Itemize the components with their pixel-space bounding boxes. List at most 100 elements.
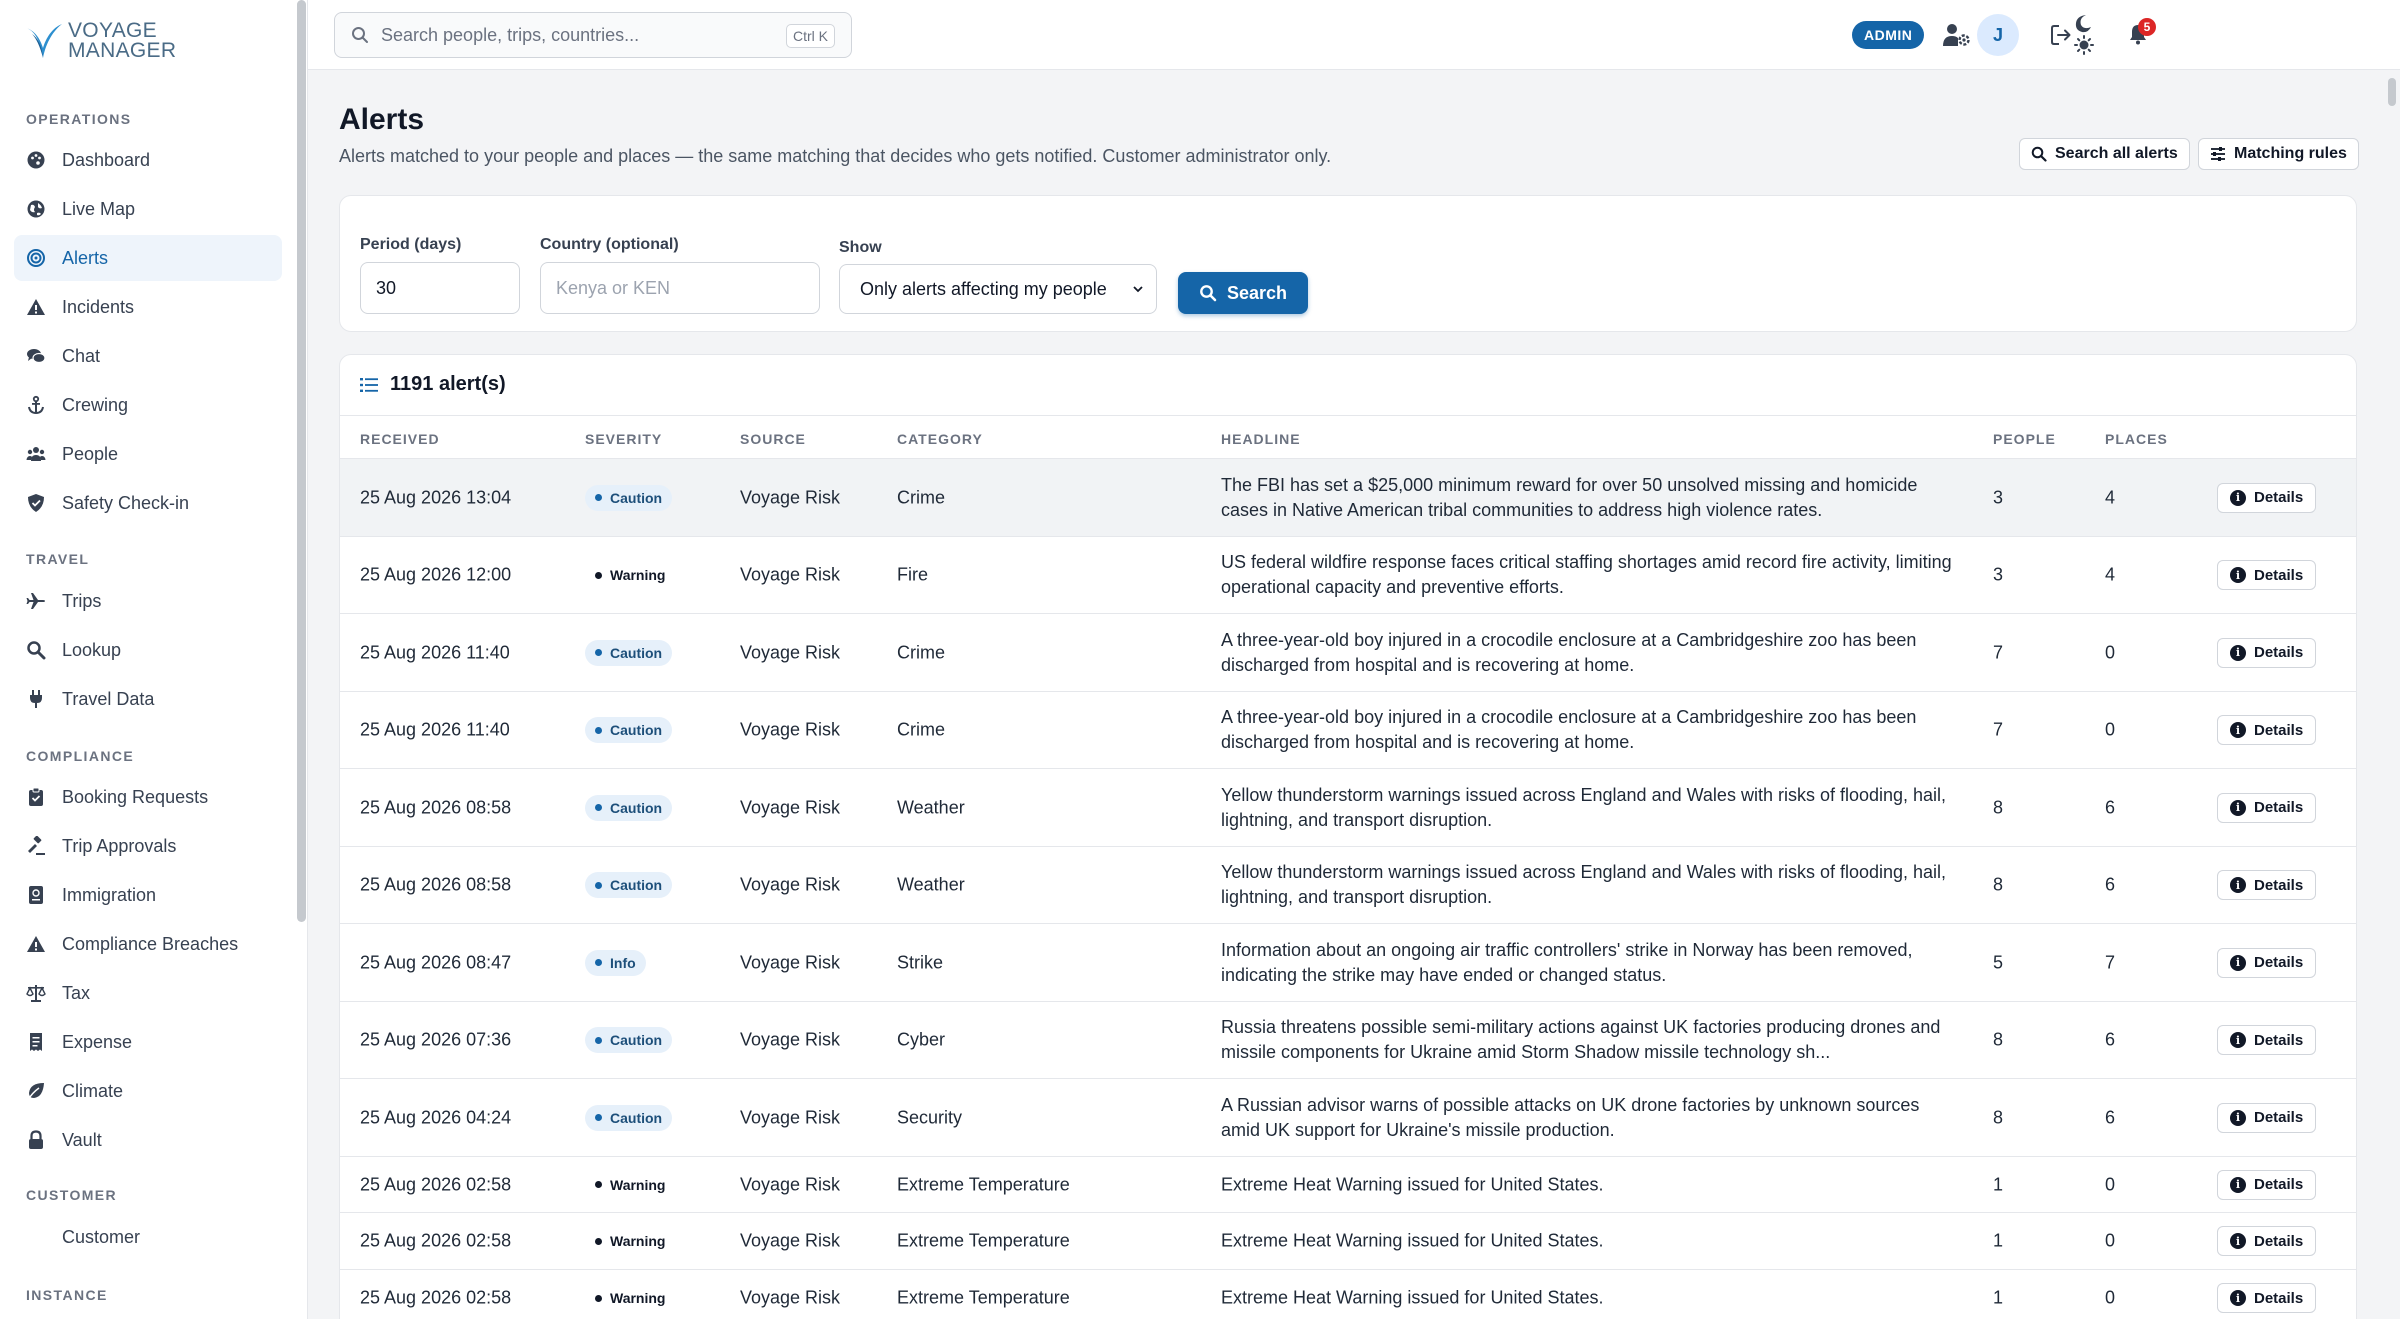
table-row[interactable]: 25 Aug 2026 02:58 Warning Voyage Risk Extre… [340,1213,2356,1270]
sidebar-item-people[interactable]: People [14,431,282,477]
sidebar-item-chat[interactable]: Chat [14,333,282,379]
sidebar-item-trip-approvals[interactable]: Trip Approvals [14,823,282,869]
cell-source: Voyage Risk [740,797,841,817]
filter-panel: Period (days) Country (optional) Show On… [339,195,2357,332]
severity-badge: Warning [585,1228,675,1254]
cell-headline: A three-year-old boy injured in a crocod… [1221,707,1917,752]
sidebar-item-climate[interactable]: Climate [14,1068,282,1114]
period-input[interactable] [360,262,520,314]
col-headline[interactable]: HEADLINE [1221,431,1301,447]
table-row[interactable]: 25 Aug 2026 13:04 Caution Voyage Risk Crime… [340,459,2356,537]
sidebar-item-expense[interactable]: Expense [14,1019,282,1065]
results-table: 1191 alert(s) RECEIVED SEVERITY SOURCE C… [339,354,2357,1319]
details-button[interactable]: i Details [2217,637,2317,668]
col-category[interactable]: CATEGORY [897,431,983,447]
details-button[interactable]: i Details [2217,1226,2317,1256]
col-severity[interactable]: SEVERITY [585,431,662,447]
theme-toggle[interactable] [2070,12,2098,58]
table-row[interactable]: 25 Aug 2026 11:40 Caution Voyage Risk Crime… [340,614,2356,692]
sidebar-scrollbar[interactable] [297,0,306,922]
cell-received: 25 Aug 2026 04:24 [360,1107,512,1127]
cell-people: 3 [1993,487,2004,507]
sidebar-item-dashboard[interactable]: Dashboard [14,137,282,183]
logout-button[interactable] [2048,22,2074,48]
severity-badge: Warning [585,562,675,588]
details-button[interactable]: i Details [2217,947,2317,978]
plane-icon [26,591,46,611]
col-places[interactable]: PLACES [2105,431,2168,447]
info-icon: i [2230,722,2246,738]
table-row[interactable]: 25 Aug 2026 08:47 Info Voyage Risk Strike In… [340,924,2356,1002]
people-icon [26,444,46,464]
search-button[interactable]: Search [1178,272,1308,314]
details-button[interactable]: i Details [2217,715,2317,745]
table-row[interactable]: 25 Aug 2026 04:24 Caution Voyage Risk Secur… [340,1079,2356,1157]
details-button[interactable]: i Details [2217,1025,2317,1055]
country-input[interactable] [540,262,820,314]
details-button[interactable]: i Details [2217,1102,2317,1133]
col-received[interactable]: RECEIVED [360,431,440,447]
sidebar-item-lookup[interactable]: Lookup [14,627,282,673]
cell-headline: Information about an ongoing air traffic… [1221,939,1913,985]
brand-line2: MANAGER [68,39,177,62]
details-button[interactable]: i Details [2217,560,2317,590]
lock-icon [26,1130,46,1150]
col-people[interactable]: PEOPLE [1993,431,2056,447]
sidebar-item-trips[interactable]: Trips [14,578,282,624]
table-row[interactable]: 25 Aug 2026 08:58 Caution Voyage Risk Weath… [340,847,2356,924]
sidebar-item-incidents[interactable]: Incidents [14,284,282,330]
cell-received: 25 Aug 2026 08:47 [360,952,512,972]
cell-received: 25 Aug 2026 07:36 [360,1029,512,1050]
table-row[interactable]: 25 Aug 2026 08:58 Caution Voyage Risk Weath… [340,769,2356,847]
show-select[interactable]: Only alerts affecting my people [839,264,1157,314]
cell-headline: Extreme Heat Warning issued for United S… [1221,1174,1604,1194]
table-row[interactable]: 25 Aug 2026 11:40 Caution Voyage Risk Crime… [340,692,2356,769]
sidebar-item-crewing[interactable]: Crewing [14,382,282,428]
sidebar-item-label: Vault [62,1129,102,1150]
moon-sun-icon [2074,15,2094,55]
global-search[interactable]: Ctrl K [334,12,852,58]
sidebar-item-travel-data[interactable]: Travel Data [14,676,282,722]
voyage-logo-icon [26,24,62,58]
global-search-input[interactable] [381,24,761,46]
brand-logo[interactable]: VOYAGE MANAGER [24,20,176,62]
cell-received: 25 Aug 2026 13:04 [360,487,512,507]
palette-icon [26,150,46,170]
search-all-alerts-button[interactable]: Search all alerts [2019,138,2190,170]
severity-dot-icon [595,804,602,811]
cell-people: 8 [1993,797,2004,817]
sidebar-item-alerts[interactable]: Alerts [14,235,282,281]
sidebar-item-tax[interactable]: Tax [14,970,282,1016]
sidebar-item-live-map[interactable]: Live Map [14,186,282,232]
sidebar-item-label: Climate [62,1080,124,1101]
details-button[interactable]: i Details [2217,792,2317,823]
table-row[interactable]: 25 Aug 2026 02:58 Warning Voyage Risk Extre… [340,1270,2356,1319]
avatar[interactable]: J [1977,14,2019,56]
cell-headline: Extreme Heat Warning issued for United S… [1221,1230,1604,1251]
details-button[interactable]: i Details [2217,482,2317,513]
details-button[interactable]: i Details [2217,1283,2317,1313]
nav-section-instance: INSTANCE [26,1287,108,1303]
notifications-button[interactable]: 5 [2126,18,2156,46]
sidebar-item-compliance-breaches[interactable]: Compliance Breaches [14,921,282,967]
sidebar-item-customer[interactable]: Customer [14,1214,282,1260]
table-row[interactable]: 25 Aug 2026 12:00 Warning Voyage Risk Fire U… [340,537,2356,614]
sidebar-item-safety-check-in[interactable]: Safety Check-in [14,480,282,526]
user-settings-button[interactable] [1942,21,1972,49]
sidebar-item-vault[interactable]: Vault [14,1117,282,1163]
table-row[interactable]: 25 Aug 2026 07:36 Caution Voyage Risk Cyber… [340,1002,2356,1079]
info-icon: i [2230,799,2246,816]
matching-rules-button[interactable]: Matching rules [2198,138,2359,170]
receipt-icon [26,1032,46,1052]
sidebar-item-immigration[interactable]: Immigration [14,872,282,918]
cell-category: Extreme Temperature [897,1230,1070,1251]
cell-people: 3 [1993,564,2004,585]
details-button[interactable]: i Details [2217,1169,2317,1200]
cell-places: 0 [2105,719,2116,740]
table-row[interactable]: 25 Aug 2026 02:58 Warning Voyage Risk Extre… [340,1157,2356,1213]
sidebar-item-booking-requests[interactable]: Booking Requests [14,774,282,820]
notification-count-badge: 5 [2138,18,2156,36]
details-button[interactable]: i Details [2217,870,2317,900]
page-scrollbar[interactable] [2388,78,2396,106]
col-source[interactable]: SOURCE [740,431,806,447]
